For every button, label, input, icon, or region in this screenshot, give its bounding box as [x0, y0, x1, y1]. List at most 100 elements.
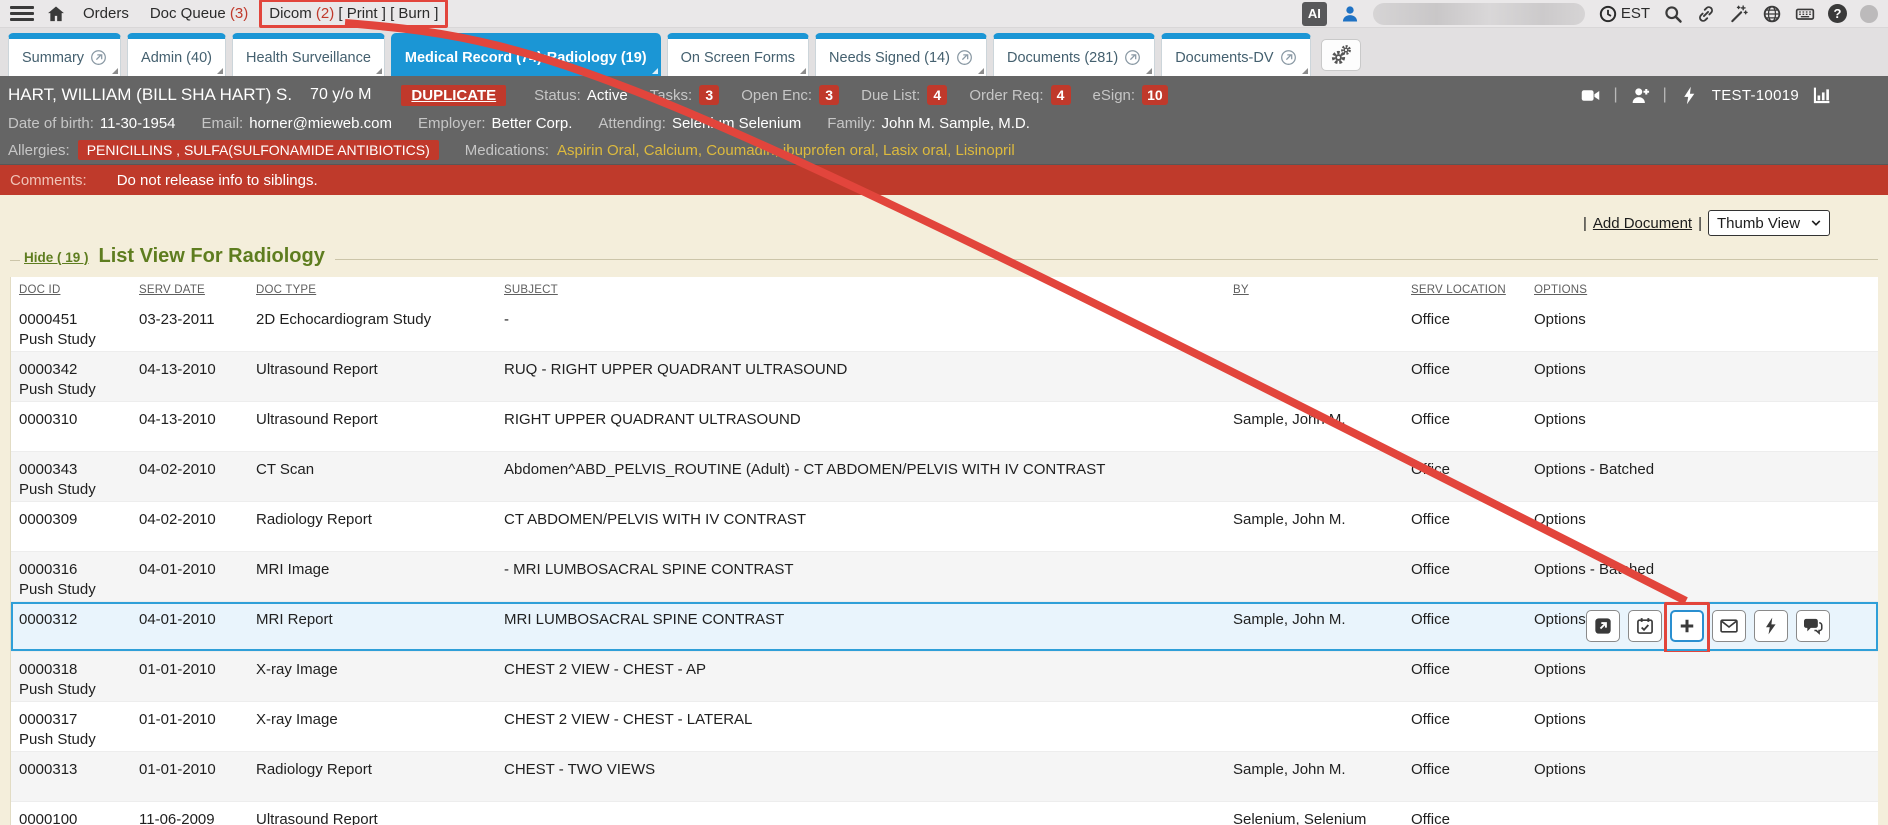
options-link[interactable]: Options - Batched — [1534, 561, 1654, 578]
external-link-icon[interactable] — [1280, 49, 1297, 66]
options-link[interactable]: Options — [1534, 311, 1586, 328]
external-link-icon[interactable] — [956, 49, 973, 66]
counter-due-list-[interactable]: Due List:4 — [861, 85, 947, 105]
video-camera-icon[interactable] — [1580, 85, 1601, 106]
nav-label: Dicom — [269, 5, 312, 22]
tab-on-screen-forms[interactable]: On Screen Forms — [667, 33, 809, 76]
cell-doc-id: 0000100 — [11, 802, 131, 825]
cell-serv-date: 04-01-2010 — [131, 552, 248, 601]
cell-serv-date: 04-13-2010 — [131, 352, 248, 401]
cell-subject: CT ABDOMEN/PELVIS WITH IV CONTRAST — [496, 502, 1225, 551]
cell-doc-type: Radiology Report — [248, 502, 496, 551]
link-icon[interactable] — [1696, 4, 1716, 24]
cell-subject: CHEST 2 VIEW - CHEST - LATERAL — [496, 702, 1225, 751]
table-row: 000031204-01-2010MRI ReportMRI LUMBOSACR… — [11, 602, 1878, 652]
cell-subject: MRI LUMBOSACRAL SPINE CONTRAST — [496, 602, 1225, 651]
cell-doc-id: 0000342Push Study — [11, 352, 131, 401]
duplicate-badge[interactable]: DUPLICATE — [401, 85, 506, 106]
nav-item-dicom[interactable]: Dicom (2) [ Print ] [ Burn ] — [266, 3, 441, 24]
cell-doc-type: X-ray Image — [248, 702, 496, 751]
allergies-badge[interactable]: PENICILLINS , SULFA(SULFONAMIDE ANTIBIOT… — [78, 140, 439, 160]
home-icon[interactable] — [46, 4, 66, 24]
tab-summary[interactable]: Summary — [8, 33, 121, 76]
plus-icon — [1677, 616, 1697, 636]
schedule-button[interactable] — [1628, 610, 1662, 642]
add-button[interactable] — [1670, 610, 1704, 642]
counter-order-req-[interactable]: Order Req:4 — [969, 85, 1070, 105]
tab-needs-signed-14-[interactable]: Needs Signed (14) — [815, 33, 987, 76]
options-link[interactable]: Options — [1534, 661, 1586, 678]
tab-settings-button[interactable] — [1321, 39, 1361, 71]
cell-doc-type: X-ray Image — [248, 652, 496, 701]
column-header-serv-location[interactable]: SERV LOCATION — [1403, 284, 1526, 296]
tab-label: Summary — [22, 50, 84, 66]
user-icon[interactable] — [1340, 4, 1360, 24]
demographic-label: Employer: — [418, 115, 486, 132]
column-header-options[interactable]: OPTIONS — [1526, 284, 1878, 296]
help-icon[interactable]: ? — [1828, 4, 1847, 23]
search-icon[interactable] — [1663, 4, 1683, 24]
allergies-label: Allergies: — [8, 142, 70, 159]
counter-esign-[interactable]: eSign:10 — [1093, 85, 1168, 105]
flowsheet-chart-icon[interactable] — [1811, 85, 1832, 106]
external-link-icon[interactable] — [90, 49, 107, 66]
cell-subject: - MRI LUMBOSACRAL SPINE CONTRAST — [496, 552, 1225, 601]
options-link[interactable]: Options — [1534, 361, 1586, 378]
demographic-family-: Family:John M. Sample, M.D. — [827, 115, 1030, 132]
nav-label: Doc Queue — [150, 5, 226, 22]
column-header-serv-date[interactable]: SERV DATE — [131, 284, 248, 296]
doc-id: 0000309 — [19, 510, 125, 530]
doc-id-sub: Push Study — [19, 480, 125, 500]
counter-open-enc-[interactable]: Open Enc:3 — [741, 85, 839, 105]
column-header-doc-id[interactable]: DOC ID — [11, 284, 131, 296]
options-link[interactable]: Options - Batched — [1534, 461, 1654, 478]
column-header-by[interactable]: BY — [1225, 284, 1403, 296]
cell-serv-location: Office — [1403, 552, 1526, 601]
cell-doc-type: Ultrasound Report — [248, 802, 496, 825]
counter-tasks-[interactable]: Tasks:3 — [650, 85, 720, 105]
column-header-subject[interactable]: SUBJECT — [496, 284, 1225, 296]
add-document-link[interactable]: Add Document — [1593, 215, 1692, 232]
tab-documents-281-[interactable]: Documents (281) — [993, 33, 1155, 76]
comment-button[interactable] — [1796, 610, 1830, 642]
globe-icon[interactable] — [1762, 4, 1782, 24]
nav-item-orders[interactable]: Orders — [80, 3, 132, 24]
timezone-label: EST — [1621, 5, 1650, 22]
hide-link[interactable]: Hide ( 19 ) — [24, 250, 89, 265]
quick-action-button[interactable] — [1754, 610, 1788, 642]
options-link[interactable]: Options — [1534, 711, 1586, 728]
hamburger-menu-icon[interactable] — [10, 6, 34, 22]
wand-icon[interactable] — [1729, 4, 1749, 24]
add-person-icon[interactable] — [1630, 85, 1651, 106]
tab-medical-record-74-radiology-19-[interactable]: Medical Record (74):Radiology (19) — [391, 33, 661, 76]
external-link-icon[interactable] — [1124, 49, 1141, 66]
cell-serv-date: 01-01-2010 — [131, 652, 248, 701]
cell-doc-id: 0000317Push Study — [11, 702, 131, 751]
tab-label: Health Surveillance — [246, 50, 371, 66]
view-select[interactable]: Thumb View — [1708, 210, 1830, 236]
medications-label: Medications: — [465, 142, 549, 159]
options-link[interactable]: Options — [1534, 761, 1586, 778]
ai-badge[interactable]: AI — [1302, 2, 1327, 26]
email-button[interactable] — [1712, 610, 1746, 642]
cell-options: Options — [1526, 502, 1878, 551]
tab-health-surveillance[interactable]: Health Surveillance — [232, 33, 385, 76]
keyboard-icon[interactable] — [1795, 4, 1815, 24]
doc-id-sub: Push Study — [19, 680, 125, 700]
cell-doc-type: Ultrasound Report — [248, 352, 496, 401]
cell-serv-location: Office — [1403, 602, 1526, 651]
options-link[interactable]: Options — [1534, 411, 1586, 428]
envelope-icon — [1719, 616, 1739, 636]
quick-action-bolt-icon[interactable] — [1679, 85, 1700, 106]
options-link[interactable]: Options — [1534, 511, 1586, 528]
column-header-doc-type[interactable]: DOC TYPE — [248, 284, 496, 296]
cell-subject: CHEST 2 VIEW - CHEST - AP — [496, 652, 1225, 701]
open-document-button[interactable] — [1586, 610, 1620, 642]
options-link[interactable]: Options — [1534, 611, 1586, 628]
tab-admin-40-[interactable]: Admin (40) — [127, 33, 226, 76]
nav-item-doc-queue[interactable]: Doc Queue (3) — [147, 3, 251, 24]
cell-doc-id: 0000309 — [11, 502, 131, 551]
separator: | — [1583, 215, 1587, 232]
timezone-indicator[interactable]: EST — [1598, 4, 1650, 24]
tab-documents-dv[interactable]: Documents-DV — [1161, 33, 1310, 76]
